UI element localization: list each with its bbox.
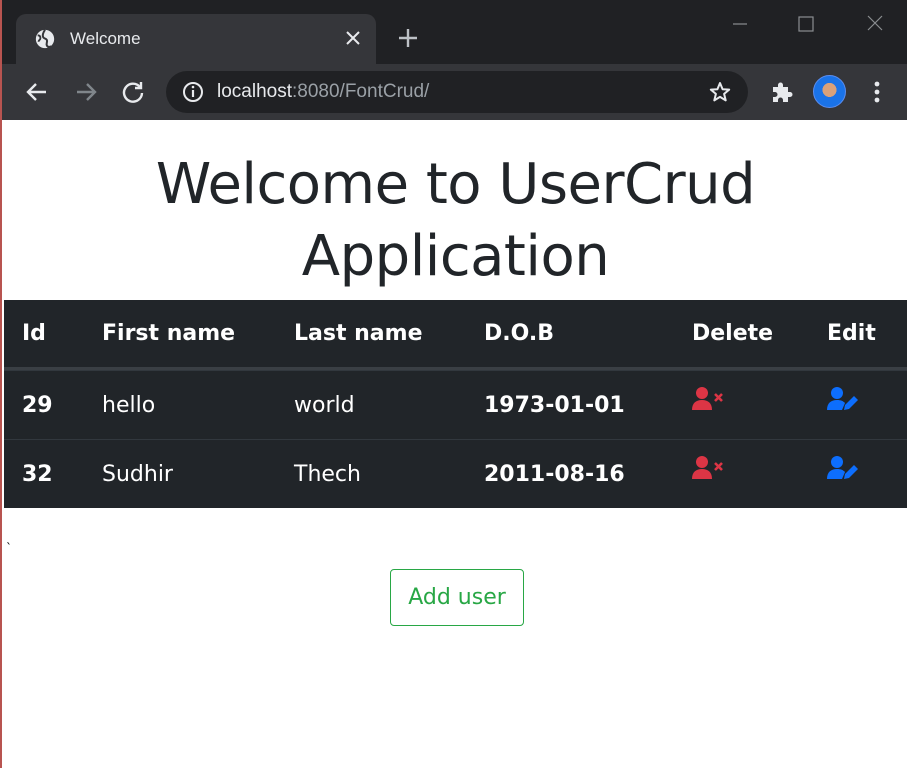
browser-toolbar: localhost:8080/FontCrud/: [2, 64, 907, 120]
header-id: Id: [22, 321, 46, 346]
url-text: localhost:8080/FontCrud/: [217, 81, 429, 103]
delete-user-button[interactable]: [692, 371, 724, 439]
table-row: 29 hello world 1973-01-01: [4, 370, 907, 439]
delete-user-button[interactable]: [692, 440, 724, 508]
maximize-icon[interactable]: [791, 12, 821, 36]
table-header-row: Id First name Last name D.O.B Delete Edi…: [4, 300, 907, 370]
user-remove-icon[interactable]: [692, 386, 724, 412]
tab-welcome[interactable]: Welcome: [16, 14, 376, 64]
user-remove-icon[interactable]: [692, 455, 724, 481]
bookmark-star-icon[interactable]: [708, 80, 732, 104]
user-edit-icon[interactable]: [827, 455, 859, 481]
add-user-button[interactable]: Add user: [390, 569, 524, 626]
page-title: Welcome to UserCrud Application: [155, 152, 756, 289]
cell-dob: 1973-01-01: [484, 392, 625, 418]
header-last-name: Last name: [294, 321, 423, 346]
cell-id: 32: [22, 461, 53, 487]
globe-icon: [35, 29, 55, 49]
kebab-menu-icon[interactable]: [863, 78, 891, 106]
url-host: localhost: [217, 81, 292, 102]
cell-first-name: hello: [102, 392, 156, 418]
cell-last-name: world: [294, 392, 355, 418]
edit-user-button[interactable]: [827, 371, 859, 439]
cell-first-name: Sudhir: [102, 461, 173, 487]
extensions-puzzle-icon[interactable]: [768, 78, 796, 106]
user-edit-icon[interactable]: [827, 386, 859, 412]
header-first-name: First name: [102, 321, 236, 346]
table-row: 32 Sudhir Thech 2011-08-16: [4, 439, 907, 508]
header-dob: D.O.B: [484, 321, 554, 346]
tab-strip: Welcome: [2, 0, 907, 64]
cell-last-name: Thech: [294, 461, 361, 487]
cell-id: 29: [22, 392, 53, 418]
browser-window: Welcome localhost:8080/FontCrud/ Welcome…: [0, 0, 907, 768]
address-bar[interactable]: localhost:8080/FontCrud/: [166, 71, 748, 113]
back-icon[interactable]: [23, 78, 51, 106]
profile-avatar[interactable]: [813, 75, 846, 108]
url-path: :8080/FontCrud/: [292, 81, 430, 102]
forward-icon[interactable]: [72, 78, 100, 106]
minimize-icon[interactable]: [725, 12, 755, 36]
header-edit: Edit: [827, 321, 876, 346]
close-tab-icon[interactable]: [344, 29, 362, 47]
close-window-icon[interactable]: [860, 12, 890, 36]
new-tab-icon[interactable]: [396, 26, 420, 50]
info-icon[interactable]: [182, 81, 204, 103]
cell-dob: 2011-08-16: [484, 461, 625, 487]
stray-backtick: `: [6, 541, 12, 555]
users-table: Id First name Last name D.O.B Delete Edi…: [4, 300, 907, 508]
edit-user-button[interactable]: [827, 440, 859, 508]
page-content: Welcome to UserCrud Application Id First…: [2, 120, 907, 768]
tab-title: Welcome: [70, 29, 141, 48]
header-delete: Delete: [692, 321, 774, 346]
reload-icon[interactable]: [119, 78, 147, 106]
